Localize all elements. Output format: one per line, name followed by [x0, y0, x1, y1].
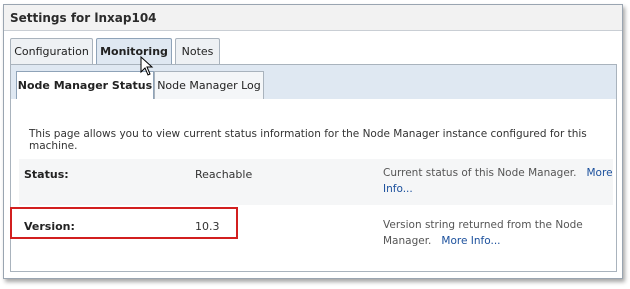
tab-notes[interactable]: Notes — [175, 38, 220, 65]
version-more-info-link[interactable]: More Info... — [441, 235, 500, 247]
mouse-pointer-icon — [140, 56, 154, 76]
status-row: Status: Reachable Current status of this… — [19, 159, 613, 205]
tab-monitoring[interactable]: Monitoring — [96, 38, 172, 66]
subtab-bar: Node Manager Status Node Manager Log — [11, 65, 616, 99]
intro-text: This page allows you to view current sta… — [29, 128, 587, 152]
status-label: Status: — [24, 168, 69, 181]
tab-configuration[interactable]: Configuration — [10, 38, 93, 65]
version-description: Version string returned from the Node Ma… — [383, 217, 613, 249]
subtab-node-manager-log[interactable]: Node Manager Log — [154, 71, 264, 99]
version-highlight-box — [10, 207, 238, 239]
subtab-node-manager-status[interactable]: Node Manager Status — [16, 71, 154, 99]
status-description: Current status of this Node Manager. Mor… — [383, 165, 613, 197]
window-title: Settings for lnxap104 — [4, 5, 622, 31]
status-description-text: Current status of this Node Manager. — [383, 167, 577, 179]
monitoring-panel: Node Manager Status Node Manager Log Thi… — [10, 64, 617, 272]
status-value: Reachable — [195, 168, 253, 181]
